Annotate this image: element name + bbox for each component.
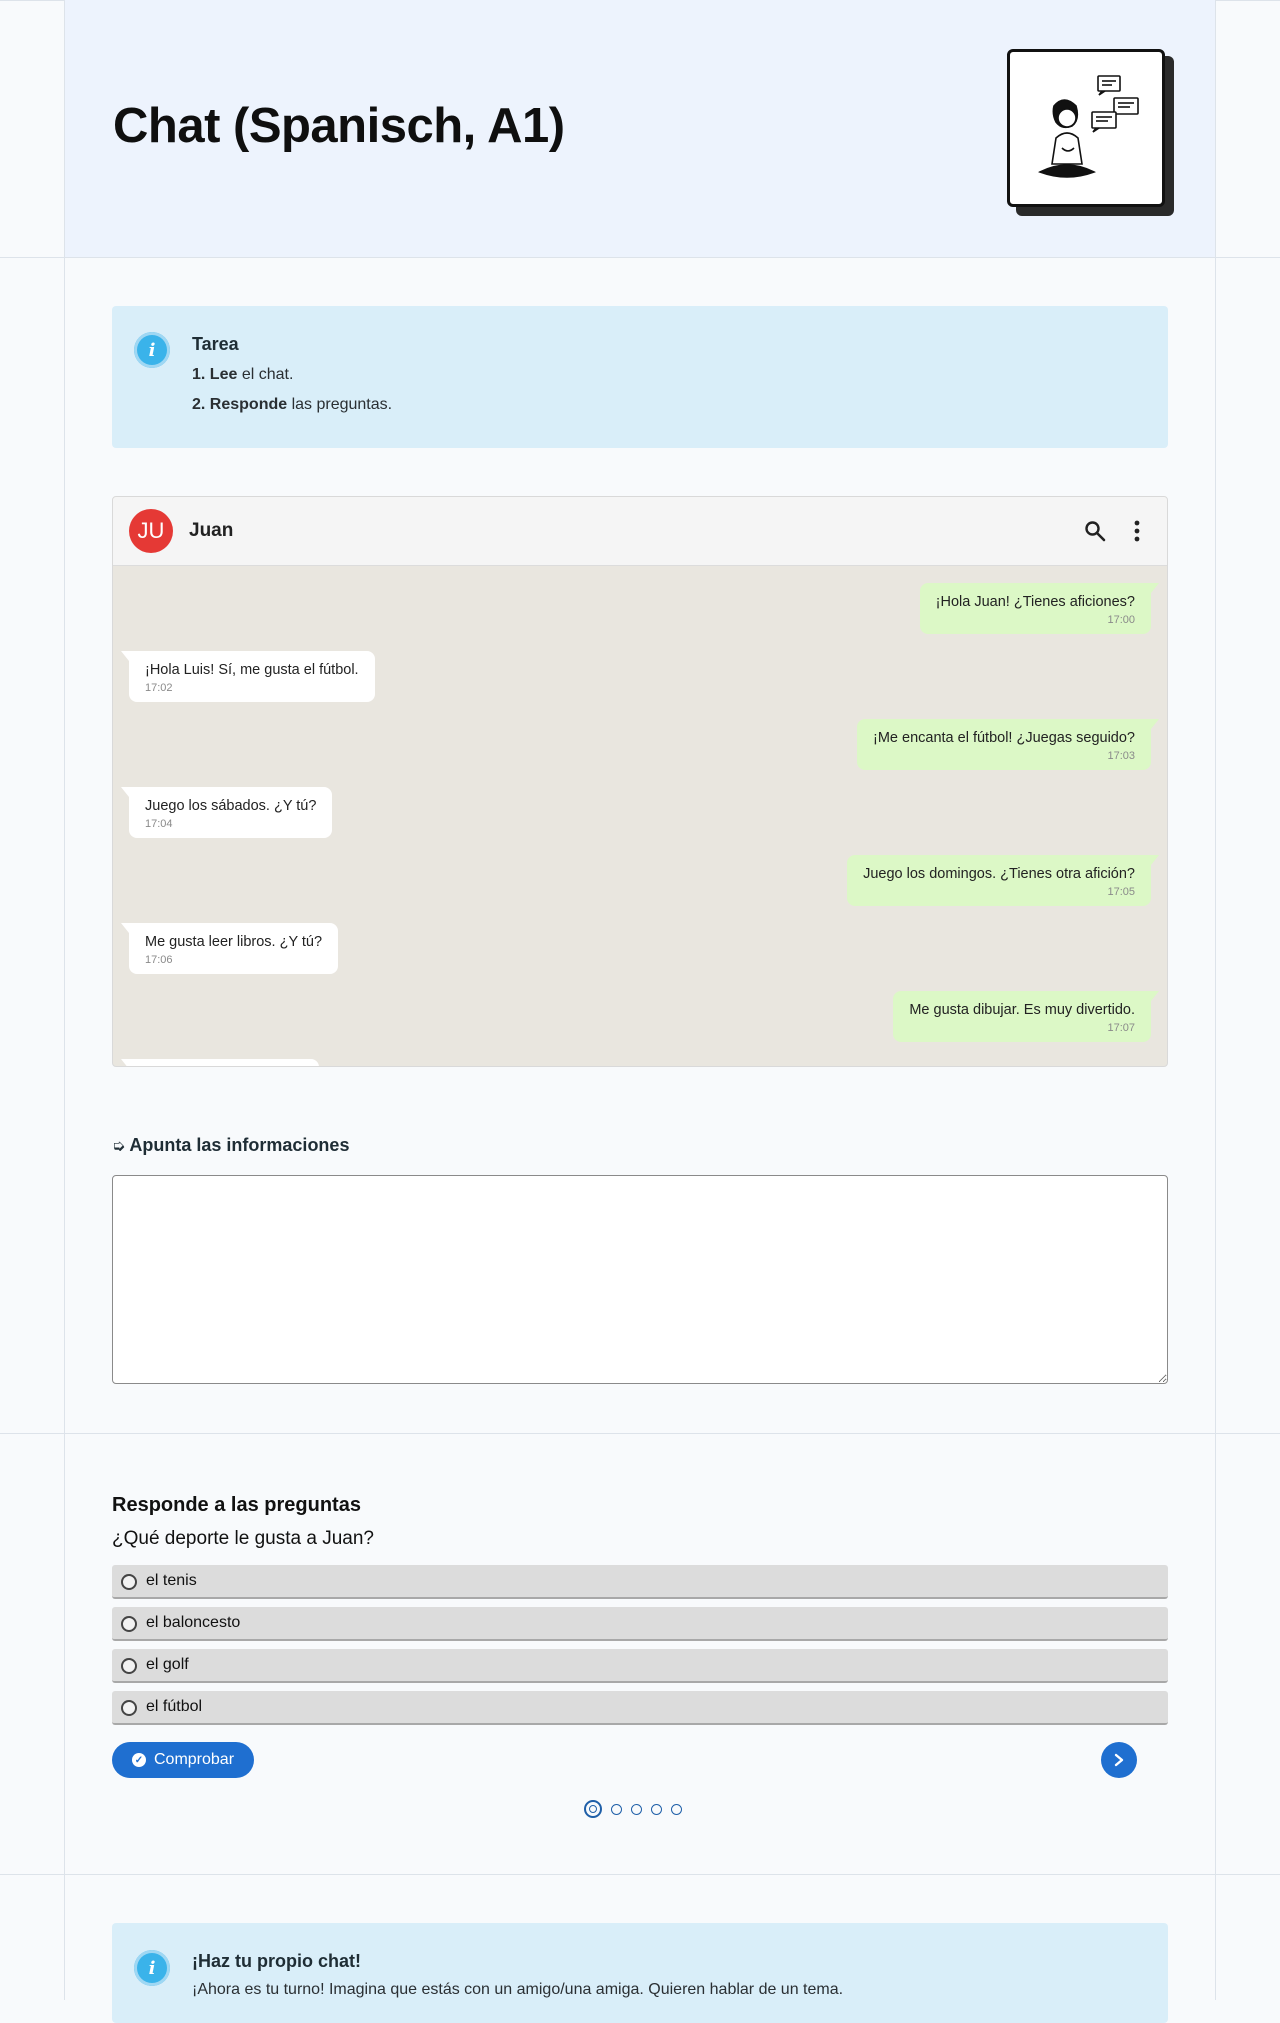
task-step-text: las preguntas. (287, 396, 393, 413)
pagination-dot[interactable] (671, 1803, 682, 1815)
section-divider (0, 1433, 1280, 1434)
contact-name: Juan (189, 520, 234, 541)
chat-window[interactable]: JU Juan ¡Hola Juan! ¿Tienes aficiones? 1… (112, 496, 1168, 1067)
own-chat-text: ¡Ahora es tu turno! Imagina que estás co… (192, 1981, 844, 1998)
next-question-button[interactable] (1101, 1742, 1137, 1778)
question-pagination (584, 1800, 682, 1818)
own-chat-title: ¡Haz tu propio chat! (192, 1951, 361, 1971)
notes-label-text: Apunta las informaciones (129, 1135, 350, 1155)
message-text: Juego los domingos. ¿Tienes otra afición… (863, 866, 1135, 882)
person-chat-icon (1038, 75, 1139, 178)
section-divider (0, 257, 1280, 258)
arrow-right-icon: ➭ (112, 1138, 126, 1155)
task-step-number: 2. (192, 396, 206, 413)
answer-option-label: el fútbol (146, 1698, 203, 1715)
notes-label: ➭ Apunta las informaciones (112, 1135, 349, 1156)
chat-message-sent: Me gusta dibujar. Es muy divertido. 17:0… (893, 991, 1159, 1042)
message-time: 17:05 (1107, 886, 1135, 898)
chat-message-sent: ¡Hola Juan! ¿Tienes aficiones? 17:00 (919, 583, 1160, 634)
chevron-right-icon (1114, 1753, 1124, 1767)
check-button-label: Comprobar (154, 1751, 235, 1768)
task-step: 1. Lee el chat. (192, 366, 293, 384)
own-chat-info-box: i ¡Haz tu propio chat! ¡Ahora es tu turn… (112, 1923, 1168, 2023)
task-step-verb: Responde (209, 396, 288, 413)
message-text: Me gusta dibujar. Es muy divertido. (909, 1002, 1135, 1018)
message-text: ¡Me encanta el fútbol! ¿Juegas seguido? (873, 730, 1135, 746)
check-button[interactable]: ✓ Comprobar (112, 1742, 255, 1778)
quiz-question: ¿Qué deporte le gusta a Juan? (112, 1528, 374, 1549)
task-step-number: 1. (192, 366, 206, 383)
chat-message-sent: ¡Me encanta el fútbol! ¿Juegas seguido? … (857, 719, 1159, 770)
message-text: Me gusta leer libros. ¿Y tú? (145, 934, 323, 950)
pagination-dot[interactable] (651, 1803, 662, 1815)
message-time: 17:07 (1107, 1022, 1135, 1034)
answer-option[interactable]: el tenis (112, 1565, 1168, 1599)
message-text: ¡Hola Luis! Sí, me gusta el fútbol. (145, 662, 359, 678)
message-time: 17:00 (1107, 614, 1135, 626)
chat-message-received: Juego los sábados. ¿Y tú? 17:04 (120, 787, 333, 838)
message-time: 17:02 (145, 682, 173, 694)
section-divider (0, 1874, 1280, 1875)
message-text: ¡Hola Juan! ¿Tienes aficiones? (935, 594, 1135, 610)
answer-option[interactable]: el golf (112, 1649, 1168, 1683)
notes-textarea[interactable] (112, 1175, 1168, 1384)
task-title: Tarea (192, 334, 239, 354)
radio-button[interactable] (121, 1616, 137, 1632)
page-divider (64, 0, 65, 2000)
search-icon[interactable] (1083, 519, 1107, 543)
avatar: JU (129, 509, 173, 553)
chat-message-sent: Juego los domingos. ¿Tienes otra afición… (847, 855, 1159, 906)
radio-button[interactable] (121, 1700, 137, 1716)
task-step-verb: Lee (209, 366, 238, 383)
pagination-dot[interactable] (631, 1803, 642, 1815)
pagination-dot[interactable] (611, 1803, 622, 1815)
message-time: 17:06 (145, 954, 173, 966)
more-options-icon[interactable] (1125, 518, 1149, 544)
chat-message-received: Me gusta leer libros. ¿Y tú? 17:06 (120, 923, 339, 974)
info-icon: i (134, 1950, 170, 1986)
message-time: 17:04 (145, 818, 173, 830)
answer-option-label: el baloncesto (146, 1614, 241, 1631)
page-divider (1215, 0, 1216, 2000)
chat-header: JU Juan (113, 497, 1167, 566)
page-title: Chat (Spanisch, A1) (113, 99, 565, 153)
chat-message-received: ¡Hola Luis! Sí, me gusta el fútbol. 17:0… (121, 651, 375, 702)
check-circle-icon: ✓ (132, 1753, 146, 1767)
message-text: Juego los sábados. ¿Y tú? (145, 798, 317, 814)
task-step-text: el chat. (237, 366, 294, 383)
pagination-dot-active[interactable] (584, 1800, 602, 1818)
info-icon: i (134, 332, 170, 368)
chat-message-received-partial (121, 1059, 319, 1066)
radio-button[interactable] (121, 1574, 137, 1590)
message-time: 17:03 (1107, 750, 1135, 762)
quiz-title: Responde a las preguntas (112, 1494, 361, 1516)
task-step: 2. Responde las preguntas. (192, 396, 392, 414)
task-info-box: i Tarea 1. Lee el chat. 2. Responde las … (112, 306, 1168, 448)
chatting-person-illustration (1007, 49, 1165, 207)
answer-option[interactable]: el baloncesto (112, 1607, 1168, 1641)
answer-option-label: el tenis (146, 1572, 197, 1589)
answer-option-label: el golf (146, 1656, 189, 1673)
answer-option[interactable]: el fútbol (112, 1691, 1168, 1725)
radio-button[interactable] (121, 1658, 137, 1674)
